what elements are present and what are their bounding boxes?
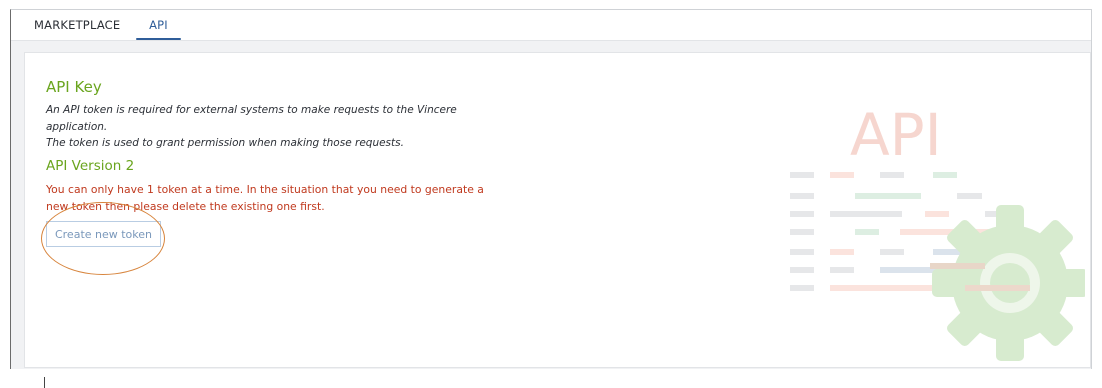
description-line: An API token is required for external sy… [46,104,457,133]
gear-icon [932,205,1085,361]
tab-api[interactable]: API [136,18,181,40]
token-warning: You can only have 1 token at a time. In … [46,183,484,213]
description-line: The token is used to grant permission wh… [46,137,404,149]
api-illustration: API [790,101,1085,361]
api-key-heading: API Key [46,78,102,96]
api-panel: API Key An API token is required for ext… [24,52,1091,368]
create-new-token-button[interactable]: Create new token [46,221,161,247]
tab-bar: MARKETPLACE API [11,10,1091,41]
api-version-heading: API Version 2 [46,158,135,174]
api-key-description: An API token is required for external sy… [46,102,466,152]
active-tab-indicator [136,38,181,40]
tab-api-label: API [149,18,168,32]
window-edge-mark [44,377,45,388]
api-illustration-label: API [850,101,942,169]
app-frame: MARKETPLACE API API Key An API token is … [10,9,1092,369]
tab-marketplace[interactable]: MARKETPLACE [34,18,120,40]
